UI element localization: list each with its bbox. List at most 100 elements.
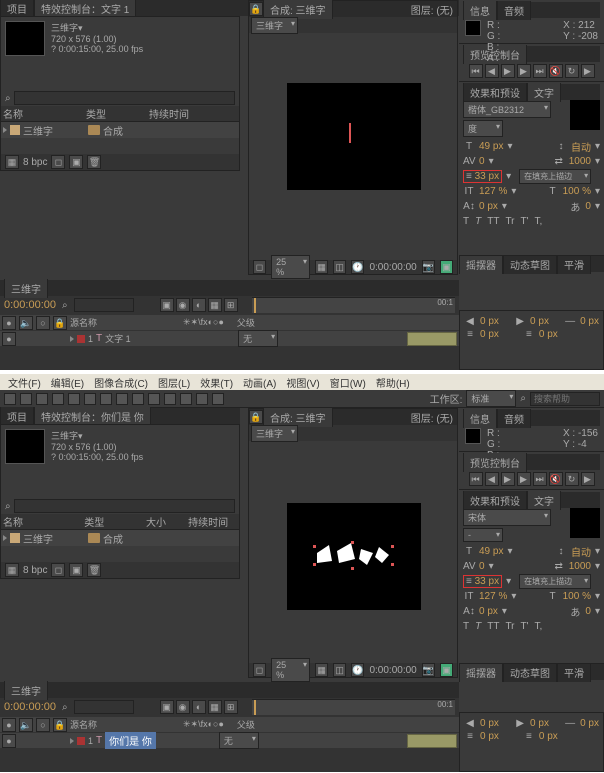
new-folder-btn[interactable]: ◻ [51, 155, 65, 169]
solo-b[interactable]: ○ [36, 718, 50, 732]
menu-layer[interactable]: 图层(L) [154, 375, 194, 390]
ac-b[interactable]: TT [487, 621, 499, 632]
ram-preview-btn[interactable]: ▶ [581, 64, 595, 78]
tl-toggle3[interactable]: ◐ [192, 298, 206, 312]
tlt5-b[interactable]: ⊞ [224, 700, 238, 714]
comp-name[interactable]: 三维字▾ [49, 21, 143, 34]
help-search-input[interactable] [530, 392, 600, 406]
pf-b[interactable]: ◀ [485, 472, 499, 486]
eye-col-icon[interactable]: ● [2, 316, 16, 330]
tracking-val[interactable]: 1000 [569, 156, 591, 167]
vscale[interactable]: 127 % [479, 186, 507, 197]
active-comp-b[interactable]: 三维字 [251, 425, 298, 442]
bpc-label[interactable]: 8 bpc [23, 157, 47, 168]
tab-effect-controls[interactable]: 特效控制台：文字 1 [34, 0, 136, 18]
menu-help[interactable]: 帮助(H) [372, 375, 414, 390]
tab-smoother[interactable]: 平滑 [557, 255, 591, 274]
speaker-col-icon[interactable]: 🔈 [19, 316, 33, 330]
layer-twirl[interactable] [70, 336, 74, 342]
timecode[interactable]: 0:00:00:00 [4, 299, 56, 311]
disclosure-b[interactable] [3, 535, 7, 541]
tlt2-b[interactable]: ◉ [176, 700, 190, 714]
tl-toggle1[interactable]: ▣ [160, 298, 174, 312]
lock-b[interactable]: 🔒 [249, 410, 263, 424]
roto-tool-icon[interactable] [196, 393, 208, 405]
col-type-b[interactable]: 类型 [84, 514, 143, 529]
layer-name-b[interactable]: 你们是 你 [105, 732, 156, 749]
par-b[interactable]: 父级 [237, 718, 255, 731]
nf-b[interactable]: ▶ [517, 472, 531, 486]
font-size[interactable]: 49 px [479, 141, 503, 152]
tab-project[interactable]: 项目 [0, 0, 34, 18]
bs-b[interactable]: 0 px [479, 606, 498, 617]
grid-icon[interactable]: ▦ [315, 260, 328, 274]
new-comp-btn[interactable]: ▣ [69, 155, 83, 169]
blend-mode-dd[interactable]: 无 [238, 330, 278, 347]
col-parent[interactable]: 父级 [237, 316, 255, 329]
layer-bar[interactable] [407, 332, 457, 346]
tlt1-b[interactable]: ▣ [160, 700, 174, 714]
menu-edit[interactable]: 编辑(E) [47, 375, 88, 390]
rp-b[interactable]: ▶ [581, 472, 595, 486]
col-name[interactable]: 名称 [3, 106, 83, 121]
time-icon[interactable]: 🕐 [351, 260, 364, 274]
trash-b[interactable]: 🗑 [87, 563, 101, 577]
lcol-b[interactable] [77, 737, 85, 745]
hand-tool-icon[interactable] [20, 393, 32, 405]
tl-tab-b[interactable]: 三维字 [4, 681, 48, 700]
faux-italic-btn[interactable]: T [475, 216, 481, 227]
sm-b[interactable]: 平滑 [557, 663, 591, 682]
spk-b[interactable]: 🔈 [19, 718, 33, 732]
rotate-tool-icon[interactable] [52, 393, 64, 405]
menu-window[interactable]: 窗口(W) [326, 375, 370, 390]
region-b[interactable]: ▣ [440, 663, 453, 677]
newc-b[interactable]: ▣ [69, 563, 83, 577]
faux-bold-btn[interactable]: T [463, 216, 469, 227]
stroke-width-highlighted[interactable]: ≡ 33 px [463, 170, 502, 183]
sc-b[interactable]: Tr [505, 621, 514, 632]
snapshot-icon[interactable]: 📷 [422, 260, 435, 274]
menu-anim[interactable]: 动画(A) [239, 375, 280, 390]
tab-text[interactable]: 文字 [527, 83, 561, 102]
mute-btn[interactable]: 🔇 [549, 64, 563, 78]
src-b[interactable]: 源名称 [70, 718, 150, 731]
comp-thumb[interactable] [5, 21, 45, 56]
mask-b[interactable]: ◫ [333, 663, 346, 677]
active-comp-dd[interactable]: 三维字 [251, 17, 298, 34]
shape-tool-icon[interactable] [100, 393, 112, 405]
mag-b[interactable]: ◻ [253, 663, 266, 677]
col-dur-b[interactable]: 持续时间 [188, 514, 237, 529]
snap-b[interactable]: 📷 [422, 663, 435, 677]
interpret-btn[interactable]: ▦ [5, 155, 19, 169]
pen-tool-icon[interactable] [116, 393, 128, 405]
play-btn[interactable]: ▶ [501, 64, 515, 78]
viewer-time[interactable]: 0:00:00:00 [369, 262, 416, 273]
subscript-btn[interactable]: T, [535, 216, 543, 227]
ltw-b[interactable] [70, 738, 74, 744]
camera-tool-icon[interactable] [68, 393, 80, 405]
prev-frame-btn[interactable]: ◀ [485, 64, 499, 78]
col-dur[interactable]: 持续时间 [149, 106, 209, 121]
tl-toggle4[interactable]: ▦ [208, 298, 222, 312]
sb-b[interactable]: T, [535, 621, 543, 632]
disclosure-triangle-icon[interactable] [3, 127, 7, 133]
bpc-b[interactable]: 8 bpc [23, 565, 47, 576]
project-item-b[interactable]: 三维字 合成 [1, 530, 239, 546]
font-dd-b[interactable]: 宋体 [463, 509, 551, 526]
tab-eff-b2[interactable]: 效果和预设 [463, 491, 527, 510]
newf-b[interactable]: ◻ [51, 563, 65, 577]
layer-name[interactable]: 文字 1 [105, 332, 155, 345]
pan-behind-tool-icon[interactable] [84, 393, 96, 405]
pl-b[interactable]: ▶ [501, 472, 515, 486]
stroke-hl-b[interactable]: ≡ 33 px [463, 575, 502, 588]
zoom-dd[interactable]: 25 % [271, 255, 310, 279]
lf-b[interactable]: ⏭ [533, 472, 547, 486]
menu-file[interactable]: 文件(F) [4, 375, 45, 390]
brush-tool-icon[interactable] [148, 393, 160, 405]
timeline-layer-row[interactable]: ● 1 T 文字 1 无 [0, 330, 459, 346]
col-type[interactable]: 类型 [86, 106, 146, 121]
tl-search-b[interactable] [74, 700, 134, 714]
style-dd-b[interactable]: - [463, 528, 503, 542]
tab-text-b[interactable]: 文字 [527, 491, 561, 510]
next-frame-btn[interactable]: ▶ [517, 64, 531, 78]
